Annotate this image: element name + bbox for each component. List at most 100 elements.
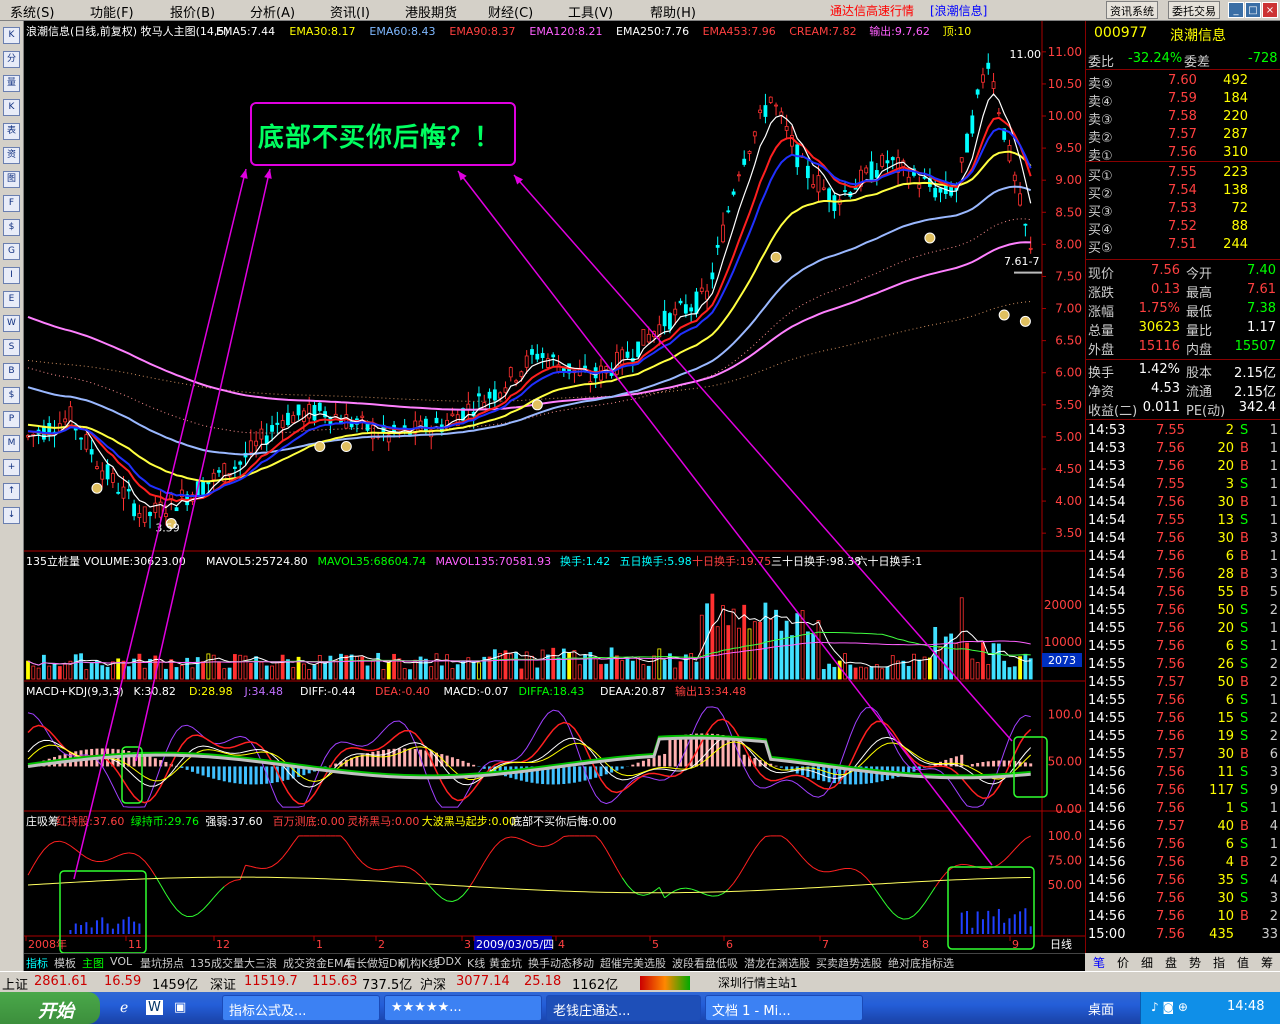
panel-tab[interactable]: 筹 (1261, 954, 1273, 971)
macd-label: MACD:-0.07 (444, 685, 509, 698)
indicator-tab[interactable]: K线 (467, 955, 485, 971)
volume-bar (323, 661, 327, 680)
toolbar-button-8[interactable]: $ (3, 219, 20, 236)
toolbar-button-2[interactable]: 量 (3, 75, 20, 92)
indicator-tab[interactable]: 指标 (26, 955, 48, 971)
maximize-icon[interactable]: □ (1245, 2, 1261, 18)
indicator-tab[interactable]: 黄金坑 (489, 955, 522, 971)
tick-row: 14:55 7.57 30 B 6 (1088, 747, 1278, 765)
task-stars[interactable]: ★★★★★... (384, 995, 542, 1021)
panel-tab[interactable]: 指 (1213, 954, 1225, 971)
toolbar-button-19[interactable]: ↑ (3, 483, 20, 500)
menu-quote[interactable]: 报价(B) (170, 2, 215, 21)
indicator-tab[interactable]: VOL (110, 955, 132, 968)
menu-tools[interactable]: 工具(V) (568, 2, 613, 21)
menu-function[interactable]: 功能(F) (90, 2, 134, 21)
toolbar-button-0[interactable]: K (3, 27, 20, 44)
toolbar-button-14[interactable]: B (3, 363, 20, 380)
word-icon[interactable]: W (146, 1000, 163, 1015)
chart-area[interactable]: 11.00 10.50 10.00 9.50 9.00 8.50 8.00 7.50 7.00 6… (24, 21, 1085, 954)
menu-news[interactable]: 资讯(I) (330, 2, 370, 21)
task-word-doc[interactable]: 文档 1 - Mi... (705, 995, 863, 1021)
indicator-tab[interactable]: 量坑拐点 (140, 955, 184, 971)
menu-analysis[interactable]: 分析(A) (250, 2, 295, 21)
toolbar-button-4[interactable]: 表 (3, 123, 20, 140)
toolbar-button-17[interactable]: M (3, 435, 20, 452)
stat-value: 2.15亿 (1234, 385, 1276, 400)
candle-body (206, 481, 211, 485)
candle-body (551, 354, 556, 358)
indicator-tab[interactable]: 模板 (54, 955, 76, 971)
toolbar-button-20[interactable]: ↓ (3, 507, 20, 524)
desktop-icon[interactable]: ▣ (174, 1000, 186, 1015)
panel-tab[interactable]: 细 (1141, 954, 1153, 971)
zxc-label: 庄吸筹 (26, 814, 59, 828)
toolbar-button-11[interactable]: E (3, 291, 20, 308)
task-tdx[interactable]: 老钱庄通达... (546, 995, 701, 1021)
minimize-icon[interactable]: _ (1228, 2, 1244, 18)
indicator-tab[interactable]: 机构K线 (399, 955, 439, 971)
candle-body (153, 502, 158, 513)
tick-count: 1 (1269, 549, 1278, 564)
task-formula[interactable]: 指标公式及... (222, 995, 380, 1021)
candle-body (965, 133, 969, 153)
panel-divider (1086, 259, 1280, 260)
menu-finance[interactable]: 财经(C) (488, 2, 533, 21)
indicator-tab[interactable]: 波段看盘低吸 (672, 955, 738, 971)
indicator-tab[interactable]: 绝对底指标选 (888, 955, 954, 971)
zxc-line (521, 838, 527, 843)
panel-tab[interactable]: 价 (1117, 954, 1129, 971)
panel-tab[interactable]: 笔 (1093, 954, 1105, 971)
tick-row: 14:56 7.56 1 S 1 (1088, 801, 1278, 819)
zxc-line (558, 836, 565, 841)
indicator-tab[interactable]: 看长做短DK (345, 955, 405, 971)
toolbar-button-16[interactable]: P (3, 411, 20, 428)
panel-tab[interactable]: 势 (1189, 954, 1201, 971)
tick-row: 14:53 7.56 20 B 1 (1088, 441, 1278, 459)
zxc-line (913, 909, 920, 916)
volume-bar (561, 648, 566, 680)
indicator-tab[interactable]: 买卖趋势选股 (816, 955, 882, 971)
toolbar-button-13[interactable]: S (3, 339, 20, 356)
close-icon[interactable]: × (1262, 2, 1278, 18)
toolbar-button-18[interactable]: + (3, 459, 20, 476)
indicator-tab[interactable]: 135成交量 (190, 955, 244, 971)
zxc-line (595, 835, 602, 842)
zxc-line (685, 887, 692, 890)
toolbar-button-1[interactable]: 分 (3, 51, 20, 68)
news-system-button[interactable]: 资讯系统 (1106, 1, 1158, 19)
panel-tab[interactable]: 盘 (1165, 954, 1177, 971)
menu-help[interactable]: 帮助(H) (650, 2, 696, 21)
zxc-line (202, 903, 209, 910)
indicator-tab[interactable]: 成交资金EMA (283, 955, 351, 971)
toolbar-button-7[interactable]: F (3, 195, 20, 212)
candle-body (270, 425, 274, 432)
indicator-tab[interactable]: DDX (437, 955, 461, 968)
candle-body (641, 329, 646, 346)
indicator-tab[interactable]: 换手动态移动 (528, 955, 594, 971)
menu-hk-futures[interactable]: 港股期货 (405, 2, 457, 21)
desktop-toolbar[interactable]: 桌面 (1088, 999, 1114, 1018)
hs-index: 3077.14 (456, 974, 510, 989)
toolbar-button-10[interactable]: I (3, 267, 20, 284)
volume-label: 换手:1.42 (560, 554, 610, 568)
ie-icon[interactable]: ℯ (120, 1000, 128, 1016)
toolbar-button-15[interactable]: $ (3, 387, 20, 404)
indicator-tab[interactable]: 大三浪 (244, 955, 277, 971)
indicator-tab[interactable]: 超催完美选股 (600, 955, 666, 971)
toolbar-button-3[interactable]: K (3, 99, 20, 116)
start-button[interactable]: 开始 (0, 992, 100, 1024)
panel-tab[interactable]: 值 (1237, 954, 1249, 971)
order-level: 买④ (1088, 223, 1113, 238)
indicator-tab[interactable]: 主图 (82, 955, 104, 971)
toolbar-button-9[interactable]: G (3, 243, 20, 260)
tick-row: 14:54 7.56 28 B 3 (1088, 567, 1278, 585)
toolbar-button-12[interactable]: W (3, 315, 20, 332)
toolbar-button-6[interactable]: 图 (3, 171, 20, 188)
toolbar-button-5[interactable]: 资 (3, 147, 20, 164)
panel-tabs: 笔价细盘势指值筹 (1085, 953, 1280, 971)
indicator-tab[interactable]: 潜龙在渊选股 (744, 955, 810, 971)
zxc-line (727, 882, 734, 890)
menu-system[interactable]: 系统(S) (10, 2, 54, 21)
trade-button[interactable]: 委托交易 (1168, 1, 1220, 19)
